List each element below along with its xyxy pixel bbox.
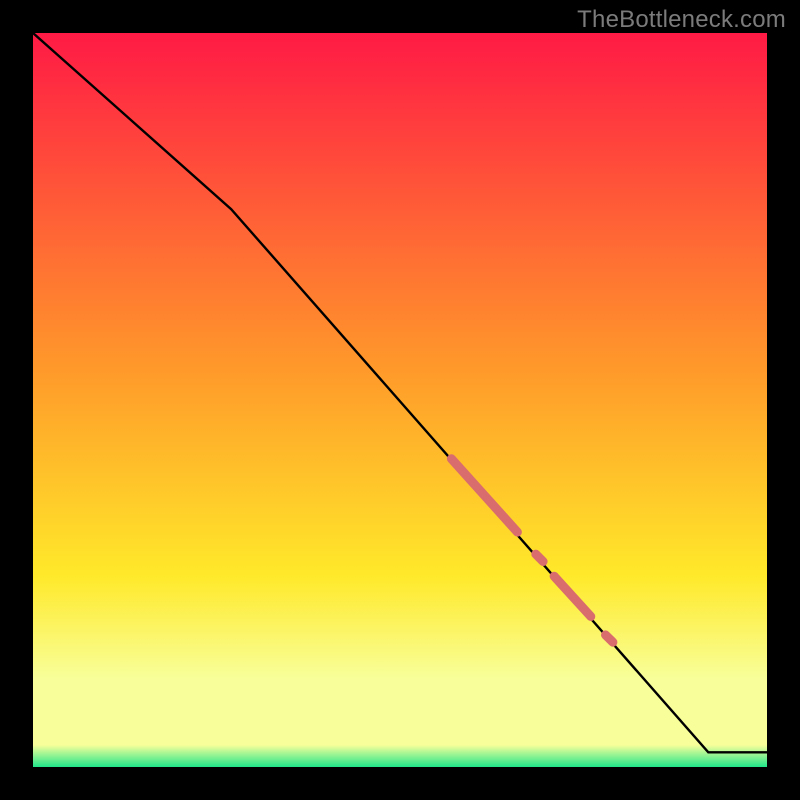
attribution-label: TheBottleneck.com <box>577 6 786 34</box>
plot-area <box>33 33 767 767</box>
marker-seg-a <box>451 459 517 532</box>
marker-seg-b <box>554 576 591 616</box>
marker-dot-1 <box>536 554 543 561</box>
stage: TheBottleneck.com <box>0 0 800 800</box>
chart-overlay <box>33 33 767 767</box>
marker-dot-2 <box>606 635 613 642</box>
curve-line <box>33 33 767 752</box>
